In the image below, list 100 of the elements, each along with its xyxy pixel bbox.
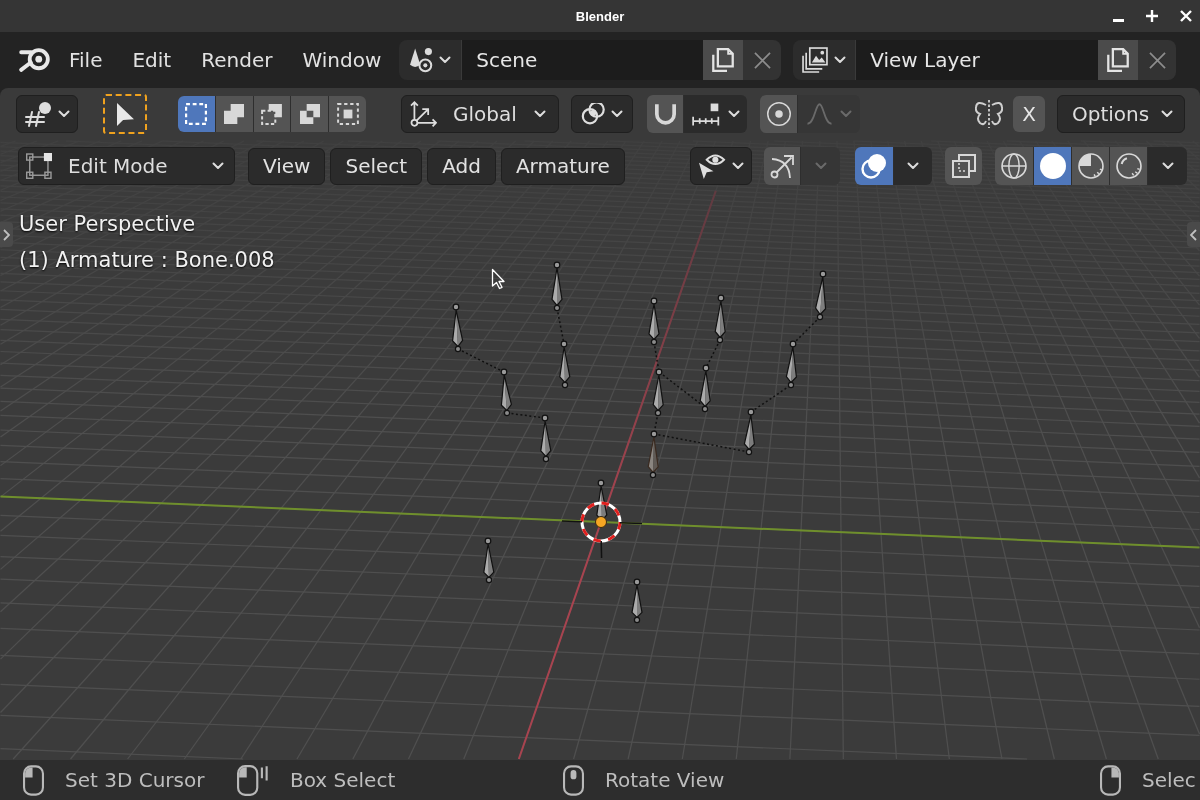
caret-icon bbox=[839, 110, 852, 118]
caret-icon bbox=[727, 110, 740, 118]
mode-dropdown[interactable]: Edit Mode bbox=[18, 147, 235, 185]
merged-squares-icon bbox=[224, 104, 245, 124]
caret-icon bbox=[907, 162, 919, 170]
xray-toggle[interactable] bbox=[945, 147, 982, 185]
options-dropdown[interactable]: Options bbox=[1057, 95, 1185, 133]
solid-circle-icon bbox=[1039, 153, 1066, 179]
3d-viewport[interactable]: Edit Mode View Select Add Armature User Perspective (1) Armature : Bone.008 bbox=[0, 140, 1200, 760]
copy-icon bbox=[712, 48, 735, 72]
caret-icon bbox=[834, 56, 847, 64]
view-layer-browse-button[interactable] bbox=[793, 40, 856, 80]
chevron-left-icon bbox=[1190, 228, 1197, 241]
caret-icon bbox=[1161, 110, 1173, 118]
pointer-arrow-icon bbox=[116, 102, 134, 126]
caret-icon bbox=[439, 56, 452, 64]
selectability-visibility-dropdown[interactable] bbox=[690, 147, 752, 185]
linked-circles-icon bbox=[581, 103, 605, 125]
difference-squares-icon bbox=[299, 104, 320, 124]
close-icon bbox=[1148, 51, 1166, 69]
ruler-square-icon bbox=[691, 102, 720, 126]
eye-pointer-icon bbox=[698, 152, 726, 180]
shading-mode-button[interactable] bbox=[1071, 147, 1109, 185]
overlays-toggle[interactable] bbox=[855, 147, 893, 185]
3d-cursor-icon bbox=[561, 501, 643, 559]
mouse-drag-icon bbox=[237, 764, 269, 796]
overlays-dropdown[interactable] bbox=[893, 147, 932, 185]
vertex-square-icon bbox=[26, 153, 52, 179]
caret-icon bbox=[57, 110, 70, 118]
tool-settings-dropdown[interactable] bbox=[16, 95, 78, 133]
view-layer-name-field[interactable]: View Layer bbox=[855, 40, 1099, 80]
selection-mode-button[interactable] bbox=[252, 96, 291, 132]
menu-item[interactable]: Armature bbox=[500, 147, 625, 185]
viewport-info-text: (1) Armature : Bone.008 bbox=[19, 247, 275, 274]
origin-dot-icon bbox=[595, 516, 607, 528]
menu-item[interactable]: File bbox=[54, 42, 118, 78]
scene-browse-button[interactable] bbox=[399, 40, 462, 80]
grid-sphere-icon bbox=[24, 101, 52, 127]
active-tool-button[interactable] bbox=[103, 94, 147, 134]
status-hint-text: Selec bbox=[1142, 768, 1196, 792]
menu-item[interactable]: Render bbox=[186, 42, 288, 78]
axes-icon bbox=[410, 100, 437, 128]
menu-item[interactable]: View bbox=[248, 147, 326, 185]
overlapping-circles-icon bbox=[861, 153, 887, 179]
cone-sphere-icon bbox=[409, 47, 434, 73]
caret-icon bbox=[732, 162, 744, 170]
new-view-layer-button[interactable] bbox=[1098, 40, 1139, 80]
butterfly-icon bbox=[975, 100, 1003, 128]
mirror-axis-toggle[interactable]: X bbox=[1013, 96, 1045, 132]
menu-item[interactable]: Add bbox=[427, 147, 496, 185]
window-title: Blender bbox=[575, 8, 625, 24]
close-icon bbox=[753, 51, 771, 69]
sidebar-toggle-tab[interactable] bbox=[1187, 222, 1200, 247]
caret-icon bbox=[212, 162, 224, 170]
stacked-images-icon bbox=[802, 47, 829, 73]
menu-item[interactable]: Edit bbox=[117, 42, 187, 78]
mouse-right-click-icon bbox=[1100, 764, 1121, 796]
menu-item[interactable]: Select bbox=[330, 147, 423, 185]
selection-mode-button[interactable] bbox=[214, 96, 253, 132]
toolbar-toggle-tab[interactable] bbox=[0, 222, 13, 247]
copy-icon bbox=[1107, 48, 1130, 72]
bell-curve-icon bbox=[806, 103, 832, 125]
dashed-square-icon bbox=[185, 103, 208, 125]
caret-icon bbox=[534, 110, 546, 118]
caret-icon bbox=[814, 162, 827, 170]
maximize-icon[interactable] bbox=[1146, 10, 1158, 22]
scene-name-field[interactable]: Scene bbox=[461, 40, 704, 80]
magnet-icon bbox=[654, 103, 676, 125]
remove-scene-button[interactable] bbox=[743, 40, 782, 80]
remove-view-layer-button[interactable] bbox=[1138, 40, 1177, 80]
caret-icon bbox=[611, 110, 623, 118]
circle-dot-icon bbox=[766, 102, 791, 126]
close-icon[interactable] bbox=[1180, 10, 1192, 22]
mouse-pointer-icon bbox=[491, 268, 505, 290]
shading-mode-button[interactable] bbox=[1109, 147, 1147, 185]
new-scene-button[interactable] bbox=[703, 40, 744, 80]
pivot-point-dropdown[interactable] bbox=[571, 95, 633, 133]
selection-mode-button[interactable] bbox=[178, 96, 215, 132]
proportional-editing-toggle[interactable] bbox=[760, 95, 797, 133]
gizmo-toggle[interactable] bbox=[764, 147, 800, 185]
blender-logo-icon[interactable] bbox=[19, 48, 50, 72]
overlapping-squares-icon bbox=[951, 154, 976, 178]
transform-orientation-dropdown[interactable]: Global bbox=[401, 95, 559, 133]
shading-mode-button[interactable] bbox=[1033, 147, 1071, 185]
arc-arrow-icon bbox=[769, 153, 795, 179]
status-hint-text: Set 3D Cursor bbox=[65, 768, 205, 792]
glossy-sphere-icon bbox=[1115, 153, 1142, 179]
menu-item[interactable]: Window bbox=[287, 42, 397, 78]
selection-mode-button[interactable] bbox=[328, 96, 366, 132]
mouse-left-click-icon bbox=[23, 764, 44, 796]
wireframe-sphere-icon bbox=[1001, 153, 1027, 179]
minimize-icon[interactable] bbox=[1113, 18, 1124, 22]
shaded-sphere-icon bbox=[1077, 153, 1104, 179]
subtract-squares-icon bbox=[261, 103, 283, 125]
snap-toggle[interactable] bbox=[647, 95, 683, 133]
viewport-info-text: User Perspective bbox=[19, 211, 196, 238]
mouse-middle-click-icon bbox=[563, 764, 584, 796]
snap-element-dropdown[interactable] bbox=[683, 95, 747, 133]
selection-mode-button[interactable] bbox=[290, 96, 329, 132]
intersect-squares-icon bbox=[336, 103, 359, 125]
